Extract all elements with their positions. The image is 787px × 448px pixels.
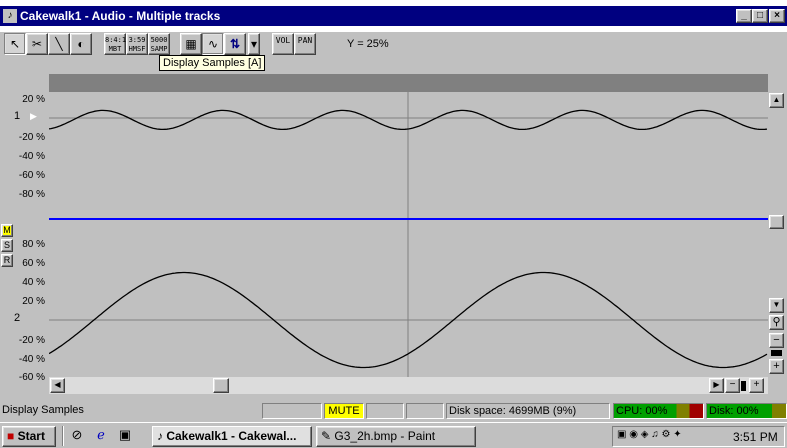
select-tool-icon[interactable]: ↖ bbox=[4, 33, 26, 55]
h-zoom-out-icon[interactable]: − bbox=[725, 378, 740, 393]
disk-meter-label: Disk: 00% bbox=[709, 405, 759, 417]
track2-tick: -20 % bbox=[18, 335, 45, 346]
track1-number: 1 bbox=[14, 110, 21, 122]
task-label: G3_2h.bmp - Paint bbox=[334, 429, 436, 443]
scroll-right-icon[interactable]: ▶ bbox=[709, 378, 724, 393]
minimize-button[interactable]: _ bbox=[736, 9, 752, 23]
taskbar: ■ Start ⊘ ℯ ▣ ♪ Cakewalk1 - Cakewal... ✎… bbox=[0, 422, 787, 448]
waveform-view[interactable] bbox=[49, 92, 768, 377]
y-readout: Y = 25% bbox=[347, 38, 389, 50]
zoom-slider[interactable] bbox=[771, 350, 782, 356]
show-desktop-icon[interactable]: ▣ bbox=[116, 427, 134, 445]
internet-explorer-icon[interactable]: ℯ bbox=[92, 427, 110, 445]
close-button[interactable]: × bbox=[769, 9, 785, 23]
h-zoom-slider[interactable] bbox=[741, 381, 746, 391]
status-bar: Display Samples MUTE Disk space: 4699MB … bbox=[0, 402, 787, 420]
zoom-in-icon[interactable]: + bbox=[769, 359, 784, 374]
scroll-left-icon[interactable]: ◀ bbox=[50, 378, 65, 393]
cpu-meter: CPU: 00% bbox=[613, 403, 704, 419]
track-labels: 20 % 1 ▶ -20 % -40 % -60 % -80 % M S R 8… bbox=[0, 92, 49, 383]
clock[interactable]: 3:51 PM bbox=[733, 430, 778, 444]
cakewalk-task-icon: ♪ bbox=[157, 429, 167, 443]
hmsf-button[interactable]: 3:59 HMSF bbox=[126, 33, 148, 55]
task-label: Cakewalk1 - Cakewal... bbox=[166, 429, 297, 443]
track2-tick: 20 % bbox=[22, 296, 45, 307]
h-zoom-in-icon[interactable]: + bbox=[749, 378, 764, 393]
status-pane-empty bbox=[406, 403, 444, 419]
track1-tick: 20 % bbox=[22, 94, 45, 105]
taskbar-separator bbox=[62, 426, 64, 446]
status-pane-empty bbox=[366, 403, 404, 419]
track2-number: 2 bbox=[14, 312, 21, 324]
keyboard-icon[interactable]: ♪ bbox=[3, 9, 17, 23]
scroll-up-icon[interactable]: ▲ bbox=[769, 93, 784, 108]
vertical-scrollbar[interactable]: ▲ ▼ ⚲ − + bbox=[768, 92, 787, 379]
mbt-button[interactable]: 8:4:1 MBT bbox=[104, 33, 126, 55]
scroll-down-icon[interactable]: ▼ bbox=[769, 298, 784, 313]
track2-tick: 80 % bbox=[22, 239, 45, 250]
scroll-thumb[interactable] bbox=[769, 215, 784, 229]
toolbar: ↖ ✂ ╲ ◐ 8:4:1 MBT 3:59 HMSF 5000 SAMP ▦ … bbox=[0, 32, 787, 56]
system-tray: ▣ ◉ ◈ ♫ ⚙ ✦ 3:51 PM bbox=[612, 426, 785, 447]
zoom-out-icon[interactable]: − bbox=[769, 333, 784, 348]
horizontal-scrollbar[interactable]: ◀ ▶ − + bbox=[49, 377, 768, 394]
tooltip: Display Samples [A] bbox=[159, 55, 266, 71]
time-ruler[interactable] bbox=[49, 74, 768, 92]
window-title: Cakewalk1 - Audio - Multiple tracks bbox=[20, 9, 221, 23]
mute-toggle[interactable]: M bbox=[1, 224, 13, 237]
maximize-button[interactable]: □ bbox=[752, 9, 768, 23]
disk-meter: Disk: 00% bbox=[706, 403, 787, 419]
track2-tick: -60 % bbox=[18, 372, 45, 383]
zoom-icon[interactable]: ⚲ bbox=[769, 315, 784, 330]
track2-tick: -40 % bbox=[18, 354, 45, 365]
quick-launch-icon[interactable]: ⊘ bbox=[68, 427, 86, 445]
mute-indicator: MUTE bbox=[324, 403, 364, 419]
dropdown-arrow-icon[interactable]: ▾ bbox=[248, 33, 260, 55]
status-pane-empty bbox=[262, 403, 322, 419]
scissors-icon[interactable]: ✂ bbox=[26, 33, 48, 55]
display-samples-icon[interactable]: ∿ bbox=[202, 33, 224, 55]
snap-icon[interactable]: ⇅ bbox=[224, 33, 246, 55]
tray-icons[interactable]: ▣ ◉ ◈ ♫ ⚙ ✦ bbox=[617, 429, 682, 440]
title-bar[interactable]: ♪ Cakewalk1 - Audio - Multiple tracks _ … bbox=[0, 6, 787, 26]
task-button-paint[interactable]: ✎ G3_2h.bmp - Paint bbox=[316, 426, 476, 447]
hscroll-thumb[interactable] bbox=[213, 378, 229, 393]
pan-envelope-button[interactable]: PAN bbox=[294, 33, 316, 55]
play-marker-icon: ▶ bbox=[30, 111, 37, 121]
task-button-cakewalk[interactable]: ♪ Cakewalk1 - Cakewal... bbox=[152, 426, 312, 447]
track1-tick: -60 % bbox=[18, 170, 45, 181]
scrub-icon[interactable]: ◐ bbox=[70, 33, 92, 55]
paint-task-icon: ✎ bbox=[321, 429, 335, 443]
title-bar-area: ♪ Cakewalk1 - Audio - Multiple tracks _ … bbox=[0, 0, 787, 32]
windows-logo-icon: ■ bbox=[7, 429, 15, 443]
start-label: Start bbox=[17, 429, 45, 443]
start-button[interactable]: ■ Start bbox=[2, 426, 56, 447]
track1-tick: -80 % bbox=[18, 189, 45, 200]
track2-tick: 60 % bbox=[22, 258, 45, 269]
vol-envelope-button[interactable]: VOL bbox=[272, 33, 294, 55]
samp-button[interactable]: 5000 SAMP bbox=[148, 33, 170, 55]
track1-tick: -40 % bbox=[18, 151, 45, 162]
draw-line-icon[interactable]: ╲ bbox=[48, 33, 70, 55]
grid-icon[interactable]: ▦ bbox=[180, 33, 202, 55]
track1-tick: -20 % bbox=[18, 132, 45, 143]
disk-space-status: Disk space: 4699MB (9%) bbox=[446, 403, 610, 419]
track2-tick: 40 % bbox=[22, 277, 45, 288]
status-message: Display Samples bbox=[2, 404, 84, 416]
cpu-meter-label: CPU: 00% bbox=[616, 405, 668, 417]
